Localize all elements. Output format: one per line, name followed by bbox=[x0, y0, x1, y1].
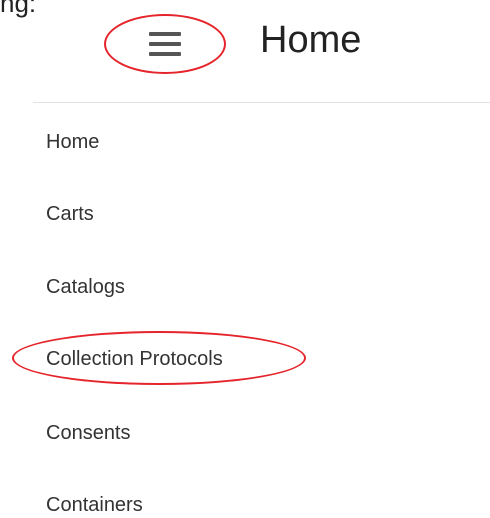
sidebar-item-consents[interactable]: Consents bbox=[46, 420, 131, 446]
sidebar-item-catalogs[interactable]: Catalogs bbox=[46, 274, 125, 300]
header-divider bbox=[33, 102, 490, 103]
highlight-annotation-ellipse bbox=[12, 331, 306, 385]
cut-off-caption: ng: bbox=[0, 0, 37, 18]
menu-bar bbox=[149, 32, 181, 36]
hamburger-menu-icon bbox=[149, 32, 181, 56]
sidebar-item-home[interactable]: Home bbox=[46, 129, 99, 155]
sidebar-item-carts[interactable]: Carts bbox=[46, 201, 94, 227]
menu-bar bbox=[149, 42, 181, 46]
sidebar-item-containers[interactable]: Containers bbox=[46, 492, 143, 518]
menu-bar bbox=[149, 52, 181, 56]
menu-toggle-button[interactable] bbox=[104, 14, 226, 74]
page-title: Home bbox=[260, 19, 362, 61]
